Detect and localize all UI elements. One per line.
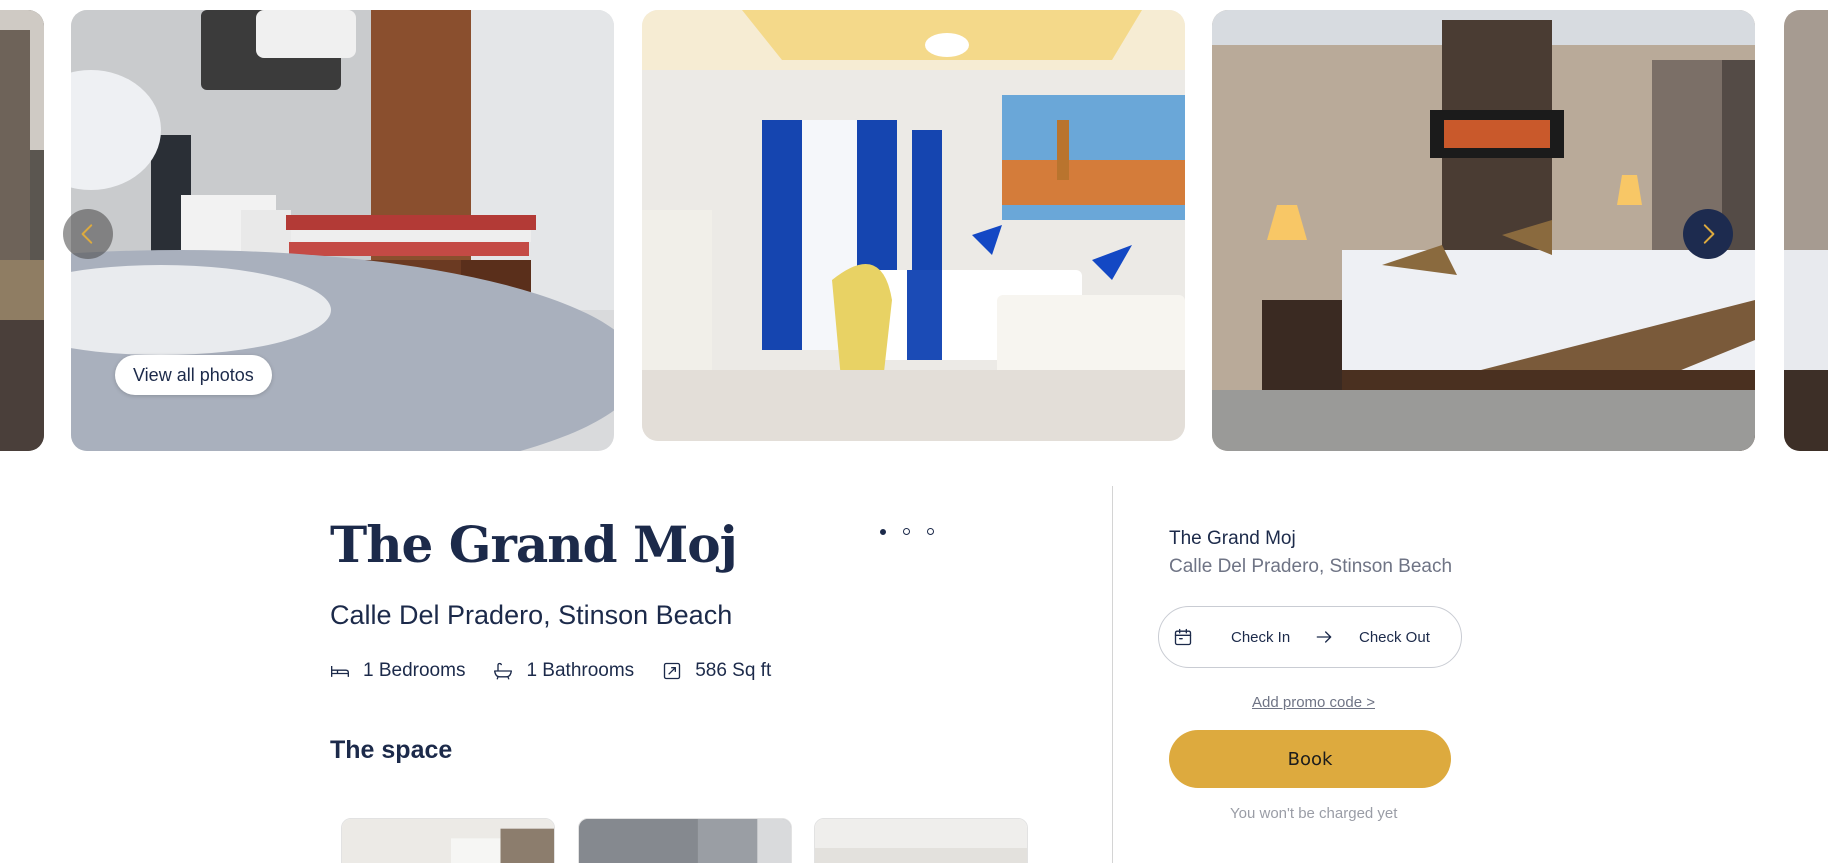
bed-icon bbox=[331, 666, 349, 677]
gallery-prev-button[interactable] bbox=[63, 209, 113, 259]
hotel-address: Calle Del Pradero, Stinson Beach bbox=[330, 600, 733, 630]
book-button[interactable]: Book bbox=[1169, 730, 1451, 788]
area-icon bbox=[664, 662, 681, 680]
bathtub-icon bbox=[494, 662, 513, 680]
check-in-field[interactable]: Check In bbox=[1231, 629, 1290, 646]
carousel-dots bbox=[880, 528, 934, 535]
amenity-bathrooms: 1 Bathrooms bbox=[493, 660, 634, 682]
amenity-area-label: 586 Sq ft bbox=[695, 660, 772, 681]
space-heading: The space bbox=[330, 736, 453, 764]
gallery-next-button[interactable] bbox=[1683, 209, 1733, 259]
date-range-picker[interactable]: Check In Check Out bbox=[1158, 606, 1462, 668]
photo-gallery: View all photos bbox=[0, 0, 1828, 460]
space-photo-2[interactable] bbox=[578, 818, 792, 863]
check-out-field[interactable]: Check Out bbox=[1359, 629, 1430, 646]
view-all-photos-button[interactable]: View all photos bbox=[115, 355, 272, 395]
gallery-photo-peek-left[interactable] bbox=[0, 10, 44, 451]
gallery-photo-hotel-bed[interactable] bbox=[1212, 10, 1755, 451]
chevron-right-icon bbox=[1703, 224, 1715, 244]
arrow-right-icon bbox=[1316, 631, 1332, 643]
gallery-photo-peek-right[interactable] bbox=[1784, 10, 1828, 451]
charge-note: You won't be charged yet bbox=[1230, 805, 1398, 822]
hotel-title: The Grand Moj bbox=[330, 515, 738, 574]
carousel-dot-2[interactable] bbox=[903, 528, 910, 535]
add-promo-code-link[interactable]: Add promo code > bbox=[1252, 694, 1375, 711]
booking-hotel-name: The Grand Moj bbox=[1169, 528, 1296, 549]
gallery-photo-bedroom-mural[interactable] bbox=[642, 10, 1185, 441]
column-divider bbox=[1112, 486, 1113, 863]
amenity-area: 586 Sq ft bbox=[662, 660, 771, 682]
carousel-dot-1[interactable] bbox=[880, 528, 886, 535]
amenity-bathrooms-label: 1 Bathrooms bbox=[526, 660, 635, 681]
carousel-dot-3[interactable] bbox=[927, 528, 934, 535]
amenity-bedrooms-label: 1 Bedrooms bbox=[363, 660, 466, 681]
space-photo-1[interactable] bbox=[341, 818, 555, 863]
booking-hotel-address: Calle Del Pradero, Stinson Beach bbox=[1169, 556, 1453, 577]
space-photo-3[interactable] bbox=[814, 818, 1028, 863]
chevron-left-icon bbox=[81, 224, 93, 244]
amenities-list: 1 Bedrooms 1 Bathrooms 586 Sq ft bbox=[330, 660, 771, 682]
amenity-bedrooms: 1 Bedrooms bbox=[330, 660, 465, 682]
calendar-icon bbox=[1174, 628, 1192, 646]
